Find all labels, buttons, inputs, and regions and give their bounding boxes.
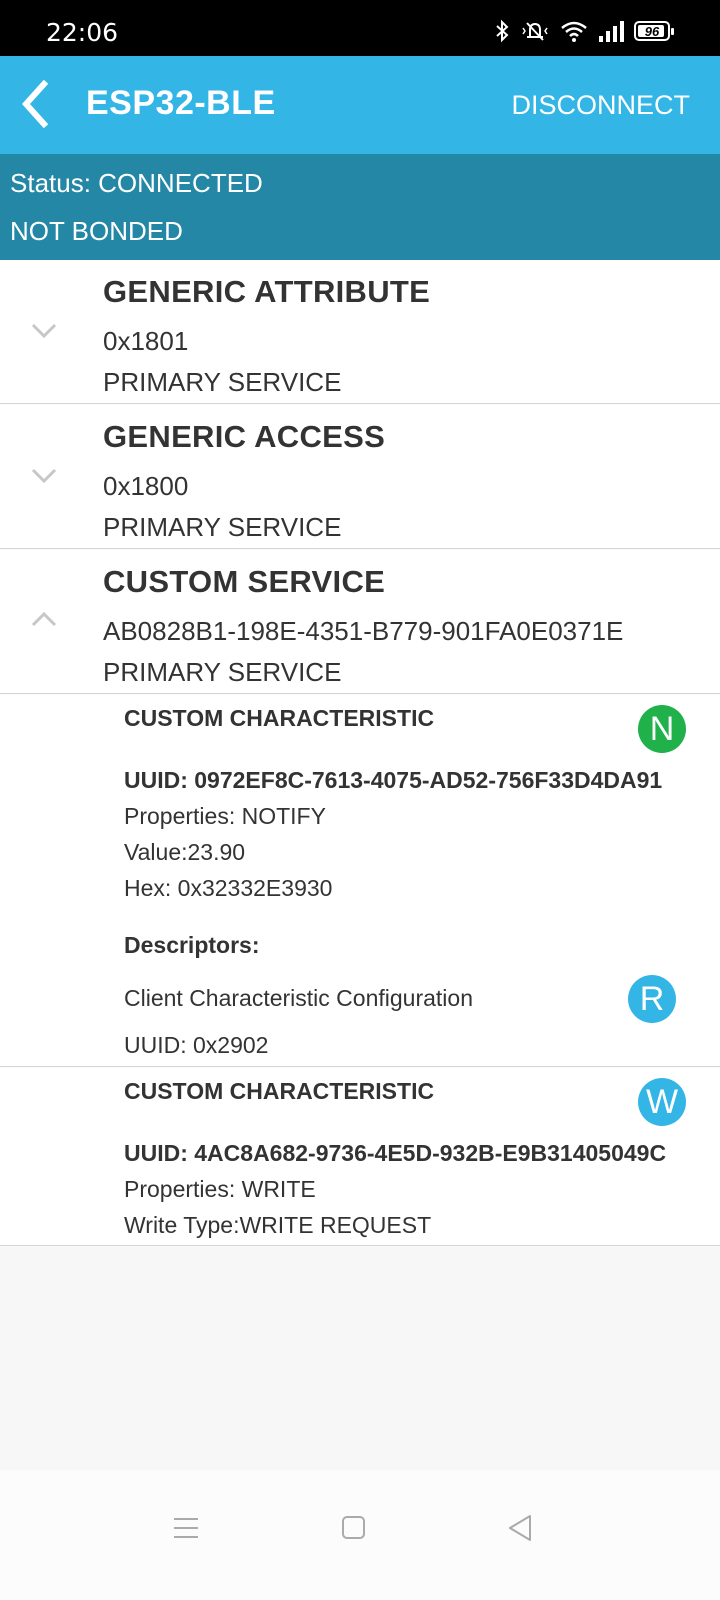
status-icons: 96 [494, 18, 674, 44]
home-icon [342, 1516, 365, 1539]
descriptor-name: Client Characteristic Configuration [124, 985, 473, 1011]
service-type: PRIMARY SERVICE [103, 657, 342, 687]
chevron-left-icon [21, 79, 49, 129]
chevron-down-icon [31, 468, 57, 484]
characteristic-notify[interactable]: CUSTOM CHARACTERISTIC N UUID: 0972EF8C-7… [0, 695, 720, 1067]
service-generic-access[interactable]: GENERIC ACCESS 0x1800 PRIMARY SERVICE [0, 405, 720, 549]
back-button[interactable] [14, 79, 62, 129]
menu-icon [174, 1518, 198, 1538]
characteristic-value: Value:23.90 [124, 839, 246, 865]
back-icon [509, 1515, 531, 1541]
service-name: GENERIC ACCESS [103, 419, 386, 454]
read-badge[interactable]: R [628, 975, 676, 1023]
descriptor-uuid: UUID: 0x2902 [124, 1032, 269, 1058]
wifi-icon [560, 19, 588, 43]
nav-back-button[interactable] [500, 1508, 540, 1548]
service-name: CUSTOM SERVICE [103, 564, 386, 599]
chevron-up-icon [31, 611, 57, 627]
menu-button[interactable] [166, 1508, 206, 1548]
write-badge[interactable]: W [638, 1078, 686, 1126]
service-uuid: 0x1801 [103, 326, 189, 356]
disconnect-button[interactable]: DISCONNECT [511, 90, 690, 121]
notify-badge[interactable]: N [638, 705, 686, 753]
signal-icon [598, 19, 624, 43]
characteristic-uuid: UUID: 4AC8A682-9736-4E5D-932B-E9B3140504… [124, 1140, 667, 1166]
characteristic-properties: Properties: NOTIFY [124, 803, 326, 829]
bond-status: NOT BONDED [10, 216, 183, 246]
status-time: 22:06 [46, 18, 119, 47]
battery-icon: 96 [634, 21, 674, 41]
mute-icon [520, 19, 550, 43]
connection-status-banner: Status: CONNECTED NOT BONDED [0, 154, 720, 260]
system-nav-bar [0, 1470, 720, 1600]
connection-status: Status: CONNECTED [10, 168, 263, 198]
chevron-down-icon [31, 323, 57, 339]
characteristic-name: CUSTOM CHARACTERISTIC [124, 705, 435, 731]
status-bar: 22:06 96 [0, 0, 720, 56]
service-type: PRIMARY SERVICE [103, 512, 342, 542]
characteristic-properties: Properties: WRITE [124, 1176, 316, 1202]
service-custom[interactable]: CUSTOM SERVICE AB0828B1-198E-4351-B779-9… [0, 550, 720, 694]
service-type: PRIMARY SERVICE [103, 367, 342, 397]
app-bar: ESP32-BLE DISCONNECT [0, 56, 720, 154]
home-button[interactable] [333, 1508, 373, 1548]
characteristic-hex: Hex: 0x32332E3930 [124, 875, 333, 901]
characteristic-uuid: UUID: 0972EF8C-7613-4075-AD52-756F33D4DA… [124, 767, 663, 793]
descriptors-heading: Descriptors: [124, 932, 260, 958]
device-title: ESP32-BLE [86, 84, 276, 122]
service-generic-attribute[interactable]: GENERIC ATTRIBUTE 0x1801 PRIMARY SERVICE [0, 260, 720, 404]
service-name: GENERIC ATTRIBUTE [103, 274, 431, 309]
characteristic-write[interactable]: CUSTOM CHARACTERISTIC W UUID: 4AC8A682-9… [0, 1068, 720, 1246]
characteristic-name: CUSTOM CHARACTERISTIC [124, 1078, 435, 1104]
battery-level: 96 [644, 23, 660, 39]
empty-area [0, 1246, 720, 1500]
service-uuid: AB0828B1-198E-4351-B779-901FA0E0371E [103, 616, 624, 646]
characteristic-write-type: Write Type:WRITE REQUEST [124, 1212, 432, 1238]
bluetooth-icon [494, 19, 510, 43]
service-uuid: 0x1800 [103, 471, 189, 501]
